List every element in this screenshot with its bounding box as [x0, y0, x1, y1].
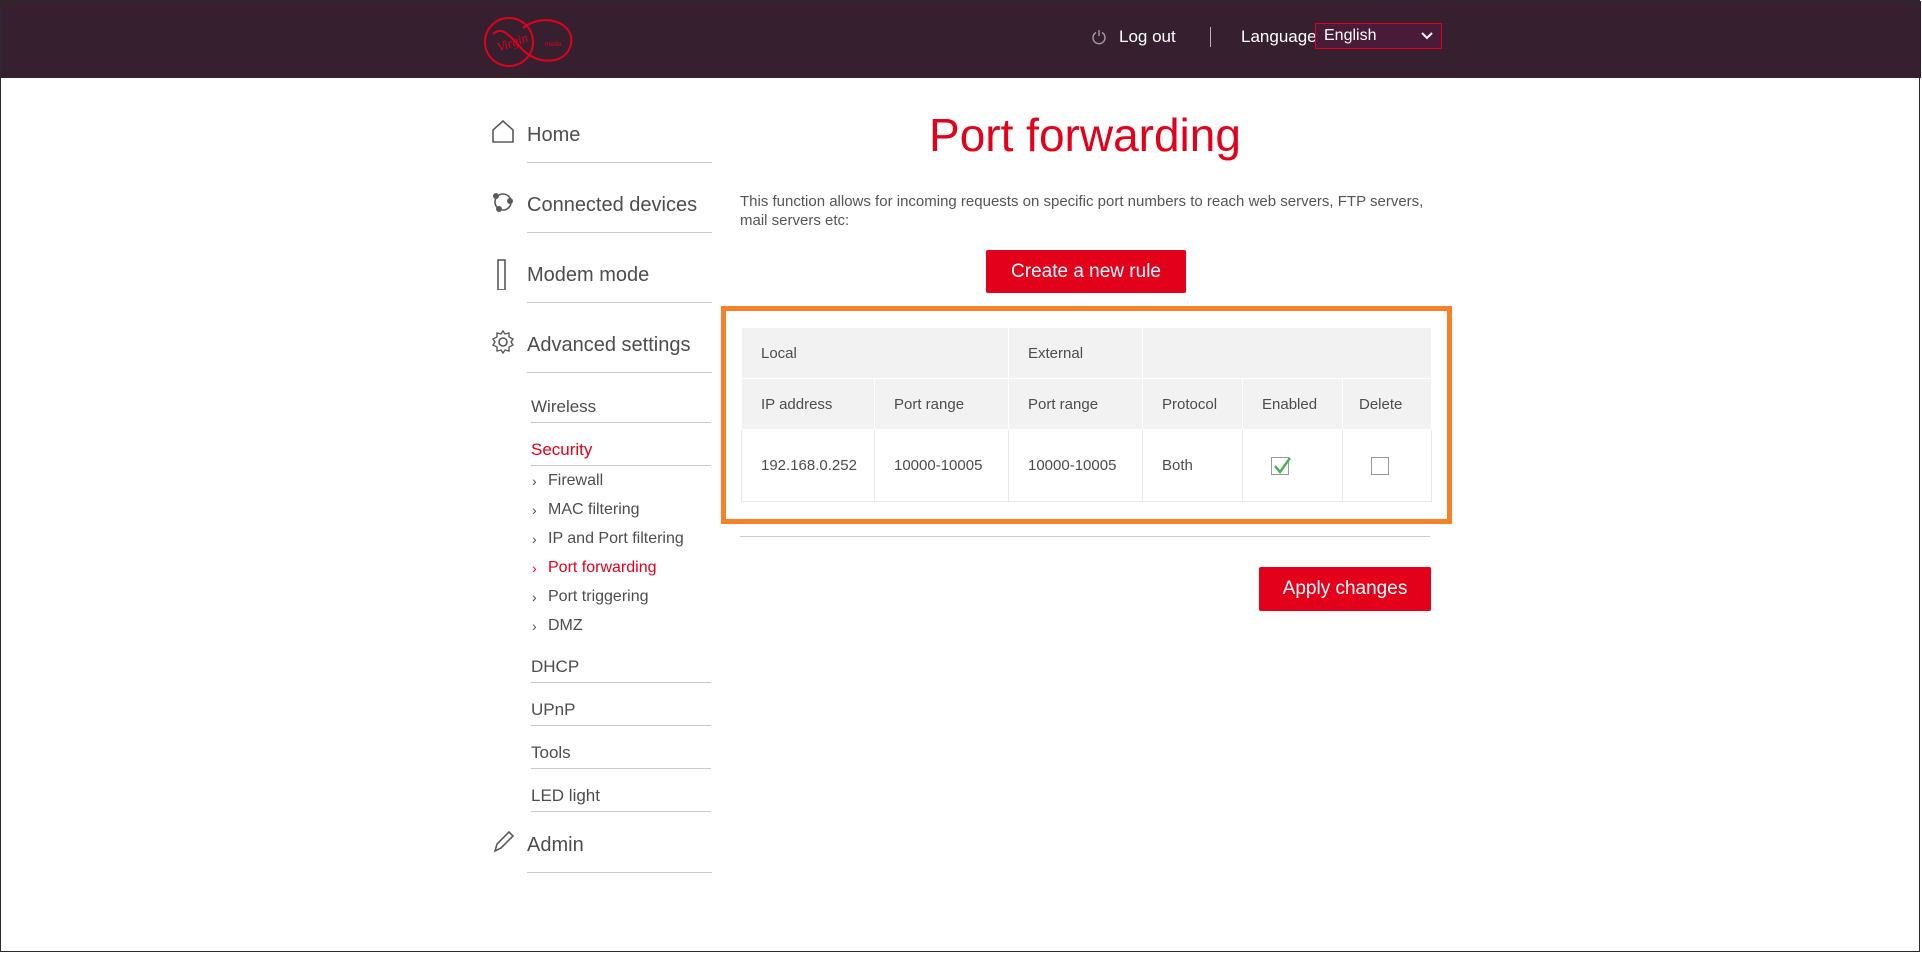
sidebar-subitem-label: Wireless — [531, 397, 597, 416]
sidebar-subitem-label: Tools — [531, 743, 571, 762]
sidebar-subitem-upnp[interactable]: UPnP — [531, 696, 711, 726]
sidebar-leaf-label: Port triggering — [548, 588, 649, 605]
sidebar-leaf-ip-port-filtering[interactable]: › IP and Port filtering — [532, 528, 684, 550]
divider — [527, 232, 712, 233]
pencil-icon — [493, 830, 515, 853]
group-header-local: Local — [741, 327, 1009, 379]
top-bar: Virgin media Log out Language English — [1, 1, 1921, 78]
group-header-empty — [1142, 327, 1432, 379]
cell-local-port: 10000-10005 — [874, 429, 1009, 502]
divider — [527, 872, 712, 873]
column-header-local-port: Port range — [874, 378, 1009, 430]
sidebar-subitem-label: Security — [531, 440, 593, 459]
column-header-external-port: Port range — [1008, 378, 1143, 430]
divider — [531, 768, 711, 769]
cell-external-port: 10000-10005 — [1008, 429, 1143, 502]
sidebar-leaf-firewall[interactable]: › Firewall — [532, 470, 603, 492]
sidebar-leaf-label: MAC filtering — [548, 501, 640, 518]
sidebar-item-label: Advanced settings — [527, 334, 691, 356]
cell-enabled — [1242, 429, 1343, 502]
divider — [531, 725, 711, 726]
divider — [740, 536, 1430, 537]
sidebar-subitem-label: DHCP — [531, 657, 580, 676]
sidebar-item-label: Modem mode — [527, 264, 650, 286]
chevron-right-icon: › — [532, 502, 537, 518]
table-column-header-row: IP address Port range Port range Protoco… — [741, 378, 1432, 430]
sidebar-leaf-dmz[interactable]: › DMZ — [532, 615, 583, 637]
devices-icon — [493, 193, 513, 212]
cell-delete — [1342, 429, 1432, 502]
divider — [527, 302, 712, 303]
divider — [531, 682, 711, 683]
sidebar-subitem-label: UPnP — [531, 700, 576, 719]
divider — [527, 372, 712, 373]
column-header-enabled: Enabled — [1242, 378, 1343, 430]
create-rule-button[interactable]: Create a new rule — [986, 250, 1186, 293]
apply-changes-button[interactable]: Apply changes — [1259, 567, 1431, 611]
sidebar-leaf-port-triggering[interactable]: › Port triggering — [532, 586, 649, 608]
table-row: 192.168.0.252 10000-10005 10000-10005 Bo… — [741, 429, 1432, 502]
language-select[interactable]: English — [1315, 23, 1442, 49]
chevron-right-icon: › — [532, 589, 537, 605]
chevron-right-icon: › — [532, 560, 537, 576]
sidebar-item-connected-devices[interactable]: Connected devices — [490, 184, 712, 234]
gear-icon — [491, 329, 515, 355]
sidebar-subitem-tools[interactable]: Tools — [531, 739, 711, 769]
cell-protocol: Both — [1142, 429, 1243, 502]
port-forwarding-table: Local External IP address Port range Por… — [741, 327, 1432, 502]
delete-checkbox[interactable] — [1371, 456, 1389, 475]
divider — [531, 465, 711, 466]
sidebar-item-modem-mode[interactable]: Modem mode — [490, 254, 712, 304]
home-icon — [492, 119, 514, 143]
page-description: This function allows for incoming reques… — [740, 193, 1424, 229]
chevron-down-icon — [1421, 32, 1433, 40]
sidebar-item-label: Home — [527, 124, 581, 146]
sidebar-item-admin[interactable]: Admin — [490, 824, 712, 874]
chevron-right-icon: › — [532, 618, 537, 634]
chevron-right-icon: › — [532, 473, 537, 489]
checkmark-icon — [1274, 456, 1291, 474]
power-icon — [1092, 30, 1106, 45]
column-header-ip: IP address — [741, 378, 875, 430]
page-title: Port forwarding — [929, 109, 1241, 161]
sidebar-subitem-led-light[interactable]: LED light — [531, 782, 711, 812]
cell-ip: 192.168.0.252 — [741, 429, 875, 502]
sidebar-leaf-mac-filtering[interactable]: › MAC filtering — [532, 499, 640, 521]
divider — [531, 811, 711, 812]
sidebar-subitem-label: LED light — [531, 786, 600, 805]
enabled-checkbox[interactable] — [1271, 456, 1291, 475]
sidebar-leaf-label: Port forwarding — [548, 559, 657, 576]
sidebar-item-home[interactable]: Home — [490, 114, 712, 164]
sidebar-subitem-wireless[interactable]: Wireless — [531, 393, 711, 423]
modem-icon — [497, 259, 506, 290]
logout-label: Log out — [1119, 27, 1176, 46]
sidebar-leaf-port-forwarding[interactable]: › Port forwarding — [532, 557, 657, 579]
divider — [527, 162, 712, 163]
sidebar-item-label: Connected devices — [527, 194, 698, 216]
table-group-header-row: Local External — [741, 327, 1432, 379]
sidebar-subitem-dhcp[interactable]: DHCP — [531, 653, 711, 683]
svg-text:media: media — [545, 42, 562, 48]
language-label: Language — [1241, 27, 1317, 46]
sidebar-item-label: Admin — [527, 834, 584, 856]
header-divider — [1210, 27, 1211, 47]
chevron-right-icon: › — [532, 531, 537, 547]
sidebar-leaf-label: IP and Port filtering — [548, 530, 684, 547]
virgin-media-logo[interactable]: Virgin media — [483, 14, 575, 70]
column-header-delete: Delete — [1342, 378, 1432, 430]
logout-button[interactable]: Log out — [1091, 25, 1176, 49]
sidebar-subitem-security[interactable]: Security — [531, 436, 711, 466]
sidebar-leaf-label: Firewall — [548, 472, 604, 489]
sidebar-item-advanced-settings[interactable]: Advanced settings — [490, 324, 712, 374]
divider — [531, 422, 711, 423]
group-header-external: External — [1008, 327, 1143, 379]
language-selected-value: English — [1324, 27, 1377, 44]
sidebar-leaf-label: DMZ — [548, 617, 583, 634]
column-header-protocol: Protocol — [1142, 378, 1243, 430]
